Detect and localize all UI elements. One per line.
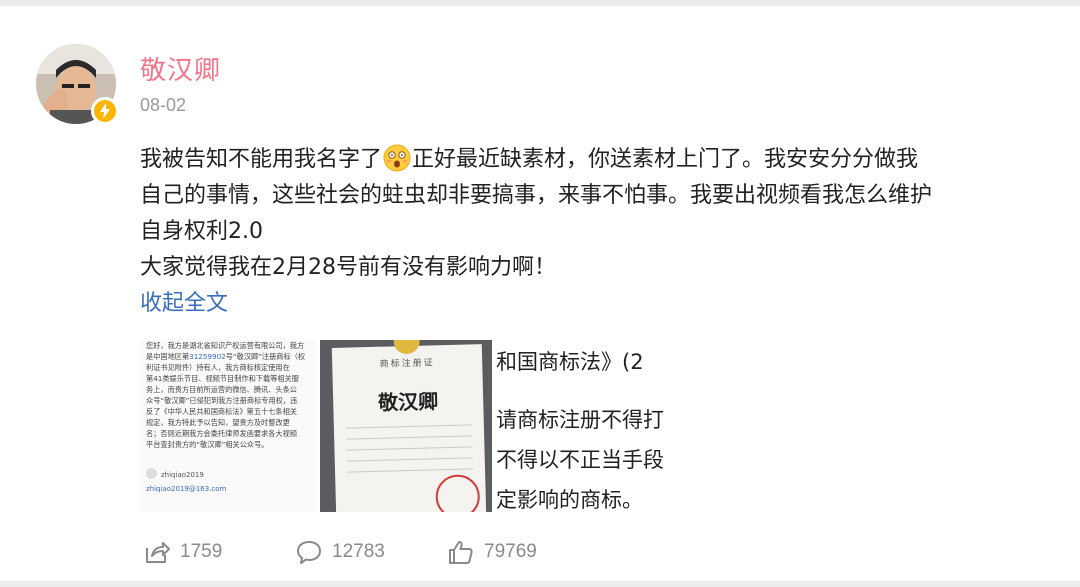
registration-number: 31259902 xyxy=(189,352,226,361)
content-line-4: 大家觉得我在2月28号前有没有影响力啊！ xyxy=(140,255,556,280)
content-line-2: 自己的事情，这些社会的蛀虫却非要搞事，来事不怕事。我要出视频看我怎么维护 xyxy=(140,183,933,208)
national-emblem-icon xyxy=(393,340,420,355)
post-date[interactable]: 08-02 xyxy=(140,95,186,116)
doc-line: 众号“敬汉卿”已侵犯到我方注册商标专用权，违 xyxy=(146,396,298,405)
post-content: 我被告知不能用我名字了 正好最近缺素材，你送素材上门了。我安安分分做我 自己的事… xyxy=(140,142,1020,322)
doc-line: 是中国地区第31259902号“敬汉卿”注册商标（权 xyxy=(146,351,306,362)
certificate-paper: 商标注册证 敬汉卿 xyxy=(331,340,487,512)
share-count: 1759 xyxy=(180,541,223,562)
doc-line-part: 是中国地区第 xyxy=(146,352,190,361)
share-button[interactable]: 1759 xyxy=(144,536,222,568)
certificate-header: 商标注册证 xyxy=(379,358,435,370)
thumbs-up-icon xyxy=(449,541,473,564)
doc-line: 名；否则近期我方会委托律师发函要求各大视频 xyxy=(146,429,297,438)
doc-signer: zhiqiao2019 xyxy=(146,468,204,479)
image-gallery: 您好，我方是湖北省知识产权运营有限公司，我方 是中国地区第31259902号“敬… xyxy=(140,340,680,512)
like-count: 79769 xyxy=(484,541,537,562)
verified-badge-icon xyxy=(91,97,119,125)
notice-letter-image[interactable]: 您好，我方是湖北省知识产权运营有限公司，我方 是中国地区第31259902号“敬… xyxy=(140,340,316,512)
trademark-law-image[interactable]: 和国商标法》(2 请商标注册不得打 不得以不正当手段 定影响的商标。 xyxy=(496,340,680,512)
law-text-line: 和国商标法》(2 xyxy=(496,350,644,374)
comment-button[interactable]: 12783 xyxy=(296,536,385,568)
bottom-divider xyxy=(0,581,1080,587)
certificate-trademark-name: 敬汉卿 xyxy=(377,389,439,415)
doc-signer-name: zhiqiao2019 xyxy=(161,471,204,479)
content-text: 我被告知不能用我名字了 xyxy=(140,147,383,172)
doc-line: 利证书见附件）持有人，我方商标核定使用在 xyxy=(146,363,290,372)
doc-email: zhiqiao2019@163.com xyxy=(146,485,227,493)
law-text-line: 请商标注册不得打 xyxy=(496,408,664,432)
doc-line: 规定，我方特此予以告知，望贵方及时整改更 xyxy=(146,418,290,427)
doc-line: 务上，而贵方目前所运营的微信、腾讯、头条公 xyxy=(146,385,297,394)
share-icon xyxy=(146,542,170,563)
doc-line: 您好，我方是湖北省知识产权运营有限公司，我方 xyxy=(146,341,305,350)
comment-count: 12783 xyxy=(332,541,385,562)
doc-line: 第41类娱乐节目、视频节目制作和下载等相关服 xyxy=(146,374,299,383)
dizzy-face-emoji-icon xyxy=(383,144,411,172)
content-line-3: 自身权利2.0 xyxy=(140,219,263,244)
certificate-lines xyxy=(345,424,474,482)
law-text-line: 不得以不正当手段 xyxy=(496,448,664,472)
comment-icon xyxy=(297,541,321,564)
avatar[interactable] xyxy=(36,44,119,125)
trademark-certificate-image[interactable]: 商标注册证 敬汉卿 xyxy=(320,340,492,512)
content-line-1: 我被告知不能用我名字了 正好最近缺素材，你送素材上门了。我安安分分做我 xyxy=(140,142,1020,178)
doc-line: 平台查封贵方的“敬汉卿”相关公众号。 xyxy=(146,440,269,449)
doc-line: 反了《中华人民共和国商标法》第五十七条相关 xyxy=(146,407,297,416)
top-divider xyxy=(0,0,1080,6)
doc-line-part: 号“敬汉卿”注册商标（权 xyxy=(225,352,306,361)
username[interactable]: 敬汉卿 xyxy=(140,50,221,87)
collapse-button[interactable]: 收起全文 xyxy=(140,286,1020,322)
signer-avatar-icon xyxy=(146,468,157,479)
like-button[interactable]: 79769 xyxy=(448,536,537,568)
law-text-line: 定影响的商标。 xyxy=(496,488,643,512)
notice-letter-text: 您好，我方是湖北省知识产权运营有限公司，我方 是中国地区第31259902号“敬… xyxy=(146,340,306,450)
official-seal-icon xyxy=(435,474,481,512)
content-text: 正好最近缺素材，你送素材上门了。我安安分分做我 xyxy=(412,147,919,172)
